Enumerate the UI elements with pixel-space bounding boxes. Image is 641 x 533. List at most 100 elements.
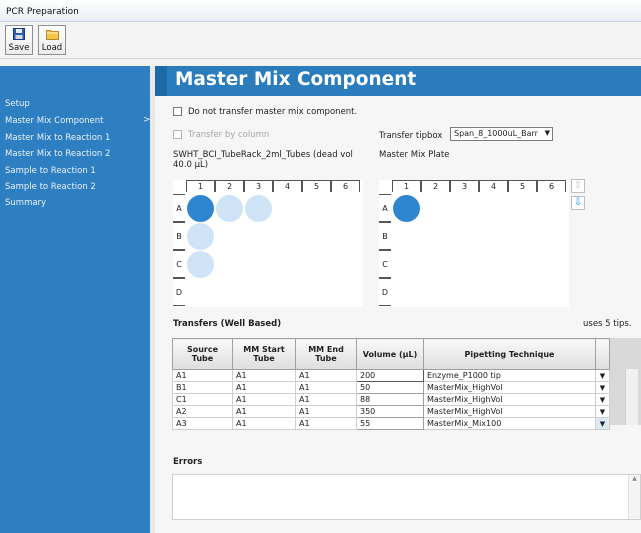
rack-well-d2[interactable]	[216, 279, 243, 306]
plate-well-d2[interactable]	[422, 279, 449, 306]
plate-well-a4[interactable]	[480, 195, 507, 222]
table-cell[interactable]: MasterMix_HighVol	[423, 405, 596, 418]
transfer-by-column-checkbox[interactable]	[173, 130, 182, 139]
rack-well-a5[interactable]	[303, 195, 330, 222]
table-cell[interactable]: A1	[295, 393, 357, 406]
table-cell[interactable]: A1	[295, 417, 357, 430]
table-cell[interactable]: A1	[295, 405, 357, 418]
table-cell[interactable]: MasterMix_HighVol	[423, 381, 596, 394]
chevron-down-icon[interactable]: ▼	[595, 369, 610, 382]
plate-well-c6[interactable]	[538, 251, 565, 278]
chevron-down-icon[interactable]: ▼	[595, 417, 610, 430]
sidebar-item-summary[interactable]: Summary	[5, 198, 46, 208]
table-cell[interactable]: A1	[232, 381, 296, 394]
arrow-up-icon[interactable]: ⇧	[571, 179, 585, 193]
table-row[interactable]: A1 A1 A1 200 Enzyme_P1000 tip ▼	[172, 369, 610, 382]
rack-well-c5[interactable]	[303, 251, 330, 278]
rack-well-c3[interactable]	[245, 251, 272, 278]
plate-well-c1[interactable]	[393, 251, 420, 278]
save-button[interactable]: Save	[5, 25, 33, 55]
table-row[interactable]: B1 A1 A1 50 MasterMix_HighVol ▼	[172, 381, 610, 394]
volume-input[interactable]: 88	[356, 393, 424, 406]
rack-well-d3[interactable]	[245, 279, 272, 306]
table-cell[interactable]: B1	[172, 381, 233, 394]
rack-well-d1[interactable]	[187, 279, 214, 306]
rack-well-d6[interactable]	[332, 279, 359, 306]
rack-well-c2[interactable]	[216, 251, 243, 278]
table-cell[interactable]: C1	[172, 393, 233, 406]
chevron-down-icon[interactable]: ▼	[595, 393, 610, 406]
rack-well-d5[interactable]	[303, 279, 330, 306]
rack-well-c4[interactable]	[274, 251, 301, 278]
rack-well-a2[interactable]	[216, 195, 243, 222]
plate-well-a6[interactable]	[538, 195, 565, 222]
table-cell[interactable]: MasterMix_Mix100	[423, 417, 596, 430]
plate-well-d3[interactable]	[451, 279, 478, 306]
rack-well-a1[interactable]	[187, 195, 214, 222]
plate-well-b1[interactable]	[393, 223, 420, 250]
table-cell[interactable]: A3	[172, 417, 233, 430]
plate-well-a2[interactable]	[422, 195, 449, 222]
plate-well-b4[interactable]	[480, 223, 507, 250]
volume-input[interactable]: 50	[356, 381, 424, 394]
chevron-down-icon[interactable]: ▼	[595, 405, 610, 418]
table-cell[interactable]: A1	[232, 405, 296, 418]
plate-well-c2[interactable]	[422, 251, 449, 278]
plate-well-b5[interactable]	[509, 223, 536, 250]
volume-input[interactable]: 55	[356, 417, 424, 430]
table-cell[interactable]: MasterMix_HighVol	[423, 393, 596, 406]
plate-well-c4[interactable]	[480, 251, 507, 278]
sidebar-item-setup[interactable]: Setup	[5, 99, 30, 109]
rack-well-c1[interactable]	[187, 251, 214, 278]
table-cell[interactable]: A1	[295, 369, 357, 382]
plate-well-d1[interactable]	[393, 279, 420, 306]
plate-well-d5[interactable]	[509, 279, 536, 306]
no-transfer-checkbox[interactable]	[173, 107, 182, 116]
plate-well-b6[interactable]	[538, 223, 565, 250]
table-cell[interactable]: A1	[232, 417, 296, 430]
plate-well-a3[interactable]	[451, 195, 478, 222]
sidebar-item-sample-to-reaction-2[interactable]: Sample to Reaction 2	[5, 182, 96, 192]
table-cell[interactable]: Enzyme_P1000 tip	[423, 369, 596, 382]
table-cell[interactable]: A1	[172, 369, 233, 382]
plate-well-d6[interactable]	[538, 279, 565, 306]
plate-well-b2[interactable]	[422, 223, 449, 250]
sidebar-item-sample-to-reaction-1[interactable]: Sample to Reaction 1	[5, 166, 96, 176]
rack-well-c6[interactable]	[332, 251, 359, 278]
rack-well-b5[interactable]	[303, 223, 330, 250]
rack-well-b3[interactable]	[245, 223, 272, 250]
table-scrollbar[interactable]	[625, 369, 638, 425]
load-button[interactable]: Load	[38, 25, 66, 55]
rack-well-b6[interactable]	[332, 223, 359, 250]
errors-textarea[interactable]: ▲	[172, 474, 641, 520]
rack-well-b2[interactable]	[216, 223, 243, 250]
table-row[interactable]: C1 A1 A1 88 MasterMix_HighVol ▼	[172, 393, 610, 406]
table-cell[interactable]: A1	[232, 369, 296, 382]
plate-well-a5[interactable]	[509, 195, 536, 222]
volume-input[interactable]: 200	[356, 369, 424, 382]
rack-well-b4[interactable]	[274, 223, 301, 250]
plate-well-b3[interactable]	[451, 223, 478, 250]
errors-scrollbar[interactable]: ▲	[628, 475, 640, 519]
rack-well-a6[interactable]	[332, 195, 359, 222]
table-cell[interactable]: A2	[172, 405, 233, 418]
plate-well-a1[interactable]	[393, 195, 420, 222]
sidebar-item-master-mix-to-reaction-2[interactable]: Master Mix to Reaction 2	[5, 149, 110, 159]
volume-input[interactable]: 350	[356, 405, 424, 418]
table-row[interactable]: A3 A1 A1 55 MasterMix_Mix100 ▼	[172, 417, 610, 430]
table-cell[interactable]: A1	[232, 393, 296, 406]
sidebar-item-master-mix-component[interactable]: Master Mix Component	[5, 116, 104, 126]
tipbox-select[interactable]: Span_8_1000uL_Barr ▼	[450, 127, 553, 141]
rack-well-d4[interactable]	[274, 279, 301, 306]
plate-well-c5[interactable]	[509, 251, 536, 278]
sidebar-item-master-mix-to-reaction-1[interactable]: Master Mix to Reaction 1	[5, 133, 110, 143]
rack-well-b1[interactable]	[187, 223, 214, 250]
rack-well-a3[interactable]	[245, 195, 272, 222]
table-row[interactable]: A2 A1 A1 350 MasterMix_HighVol ▼	[172, 405, 610, 418]
rack-well-a4[interactable]	[274, 195, 301, 222]
plate-well-d4[interactable]	[480, 279, 507, 306]
plate-well-c3[interactable]	[451, 251, 478, 278]
arrow-down-icon[interactable]: ⇩	[571, 196, 585, 210]
chevron-down-icon[interactable]: ▼	[595, 381, 610, 394]
table-cell[interactable]: A1	[295, 381, 357, 394]
